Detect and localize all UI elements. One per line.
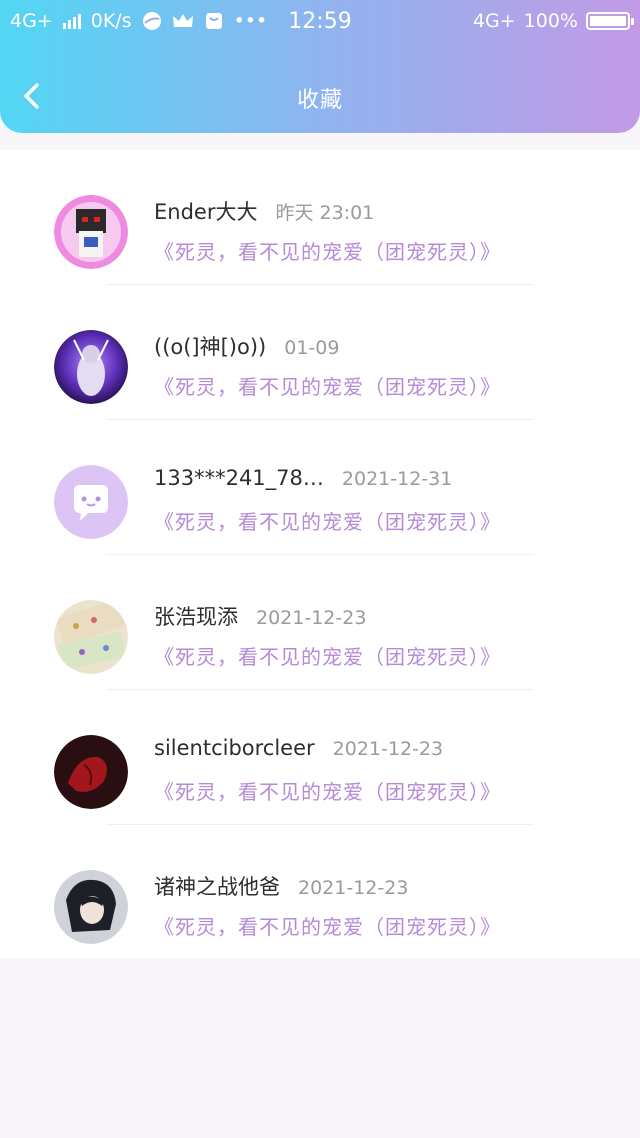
favorite-item[interactable]: 诸神之战他爸 2021-12-23 《死灵，看不见的宠爱（团宠死灵）》 [0, 825, 640, 960]
page-title: 收藏 [296, 88, 343, 113]
book-title-link[interactable]: 《死灵，看不见的宠爱（团宠死灵）》 [154, 506, 501, 535]
item-date: 昨天 23:01 [275, 202, 375, 224]
user-name: 133***241_78… [154, 466, 324, 490]
avatar[interactable] [54, 600, 128, 674]
favorite-item[interactable]: Ender大大 昨天 23:01 《死灵，看不见的宠爱（团宠死灵）》 [0, 150, 640, 285]
item-header: 诸神之战他爸 2021-12-23 [154, 871, 408, 901]
chat-bubble-icon [54, 465, 128, 539]
book-title-link[interactable]: 《死灵，看不见的宠爱（团宠死灵）》 [154, 776, 501, 805]
battery-icon [586, 12, 634, 30]
item-date: 2021-12-23 [298, 877, 409, 899]
user-name: 诸神之战他爸 [154, 875, 280, 899]
user-name: Ender大大 [154, 200, 258, 224]
item-date: 01-09 [284, 337, 340, 359]
favorite-item[interactable]: 133***241_78… 2021-12-31 《死灵，看不见的宠爱（团宠死灵… [0, 420, 640, 555]
avatar[interactable] [54, 870, 128, 944]
favorite-item[interactable]: silentciborcleer 2021-12-23 《死灵，看不见的宠爱（团… [0, 690, 640, 825]
book-title-link[interactable]: 《死灵，看不见的宠爱（团宠死灵）》 [154, 371, 501, 400]
avatar[interactable] [54, 195, 128, 269]
favorite-item[interactable]: 张浩现添 2021-12-23 《死灵，看不见的宠爱（团宠死灵）》 [0, 555, 640, 690]
avatar[interactable] [54, 330, 128, 404]
book-title-link[interactable]: 《死灵，看不见的宠爱（团宠死灵）》 [154, 641, 501, 670]
avatar[interactable] [54, 735, 128, 809]
item-header: Ender大大 昨天 23:01 [154, 196, 374, 226]
item-header: ((o(]神[)o)) 01-09 [154, 331, 339, 361]
item-date: 2021-12-31 [341, 468, 453, 490]
favorites-list: Ender大大 昨天 23:01 《死灵，看不见的宠爱（团宠死灵）》 ((o(]… [0, 150, 640, 958]
item-date: 2021-12-23 [256, 607, 367, 629]
item-header: silentciborcleer 2021-12-23 [154, 736, 443, 760]
item-header: 张浩现添 2021-12-23 [154, 601, 366, 631]
avatar[interactable] [54, 465, 128, 539]
item-date: 2021-12-23 [332, 738, 444, 760]
user-name: silentciborcleer [154, 736, 315, 760]
battery-percent: 100% [523, 10, 578, 32]
item-header: 133***241_78… 2021-12-31 [154, 466, 452, 490]
status-bar: 4G+ 0K/s ••• 12:59 4G+ 100% [0, 0, 640, 44]
user-name: 张浩现添 [154, 605, 238, 629]
header-bar: 4G+ 0K/s ••• 12:59 4G+ 100% 收藏 [0, 0, 640, 133]
user-name: ((o(]神[)o)) [154, 335, 267, 359]
book-title-link[interactable]: 《死灵，看不见的宠爱（团宠死灵）》 [154, 911, 501, 940]
book-title-link[interactable]: 《死灵，看不见的宠爱（团宠死灵）》 [154, 236, 501, 265]
favorite-item[interactable]: ((o(]神[)o)) 01-09 《死灵，看不见的宠爱（团宠死灵）》 [0, 285, 640, 420]
status-right: 4G+ 100% [472, 10, 634, 32]
network-type-right: 4G+ [472, 10, 516, 32]
